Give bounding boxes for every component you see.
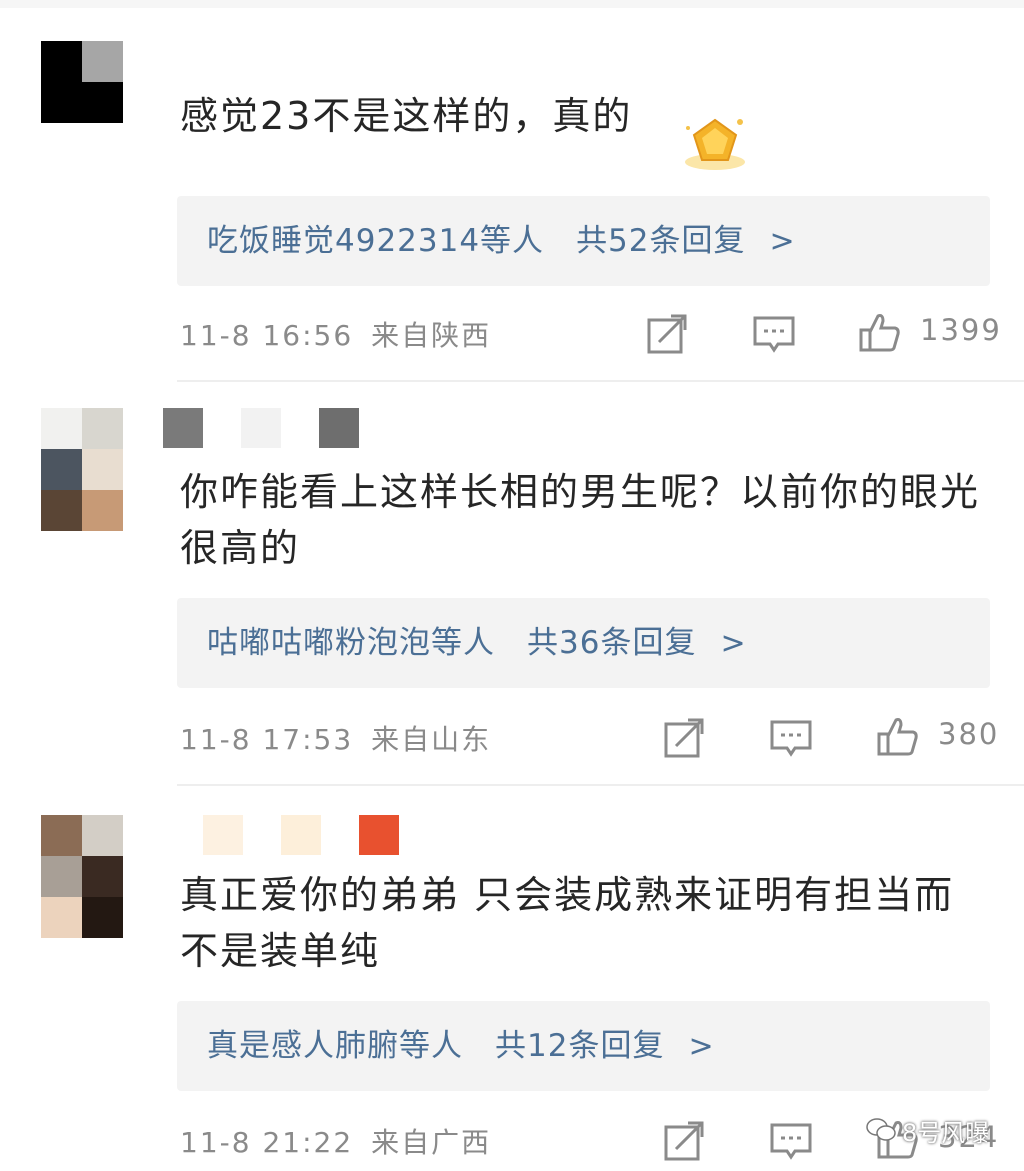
username-blurred[interactable] [163, 408, 359, 448]
comment-time: 11-8 17:53 [180, 723, 354, 756]
comment-meta: 11-8 17:53 来自山东 [180, 718, 491, 758]
share-icon[interactable] [662, 716, 706, 760]
comment-text: 感觉23不是这样的，真的 [180, 94, 633, 138]
comment-icon[interactable] [769, 1119, 813, 1163]
comment-text: 真正爱你的弟弟 只会装成熟来证明有担当而不是装单纯 [180, 873, 955, 973]
comment-icon[interactable] [769, 716, 813, 760]
watermark: 8号风曝 [866, 1112, 989, 1148]
gold-badge-icon [685, 118, 745, 170]
comment-text: 你咋能看上这样长相的男生呢？以前你的眼光很高的 [180, 470, 981, 570]
reply-users[interactable]: 吃饭睡觉4922314等人 [207, 223, 544, 259]
reply-users[interactable]: 咕嘟咕嘟粉泡泡等人 [207, 625, 495, 661]
reply-count[interactable]: 共12条回复 [495, 1028, 664, 1064]
thumbs-up-icon[interactable] [858, 310, 902, 354]
comment-time: 11-8 16:56 [180, 319, 354, 352]
divider [177, 380, 1024, 382]
reply-summary[interactable]: 真是感人肺腑等人 共12条回复 > [177, 1001, 990, 1091]
comment-meta: 11-8 16:56 来自陕西 [180, 314, 491, 354]
chevron-right-icon[interactable]: > [720, 626, 746, 661]
share-icon[interactable] [645, 312, 689, 356]
like-count: 380 [938, 717, 1000, 751]
like-count: 1399 [920, 313, 1002, 347]
avatar[interactable] [41, 41, 123, 123]
thumbs-up-icon[interactable] [876, 714, 920, 758]
divider [177, 784, 1024, 786]
comment-location: 来自山东 [371, 723, 492, 756]
chevron-right-icon[interactable]: > [688, 1029, 714, 1064]
comment-location: 来自广西 [371, 1126, 492, 1159]
share-icon[interactable] [662, 1119, 706, 1163]
reply-count[interactable]: 共52条回复 [576, 223, 745, 259]
avatar[interactable] [41, 815, 123, 938]
comment-icon[interactable] [752, 312, 796, 356]
wechat-icon [866, 1118, 896, 1141]
comment-location: 来自陕西 [371, 319, 492, 352]
avatar[interactable] [41, 408, 123, 531]
reply-summary[interactable]: 咕嘟咕嘟粉泡泡等人 共36条回复 > [177, 598, 990, 688]
comment-meta: 11-8 21:22 来自广西 [180, 1121, 491, 1161]
chevron-right-icon[interactable]: > [770, 224, 796, 259]
username-blurred[interactable] [203, 815, 399, 855]
reply-count[interactable]: 共36条回复 [527, 625, 696, 661]
watermark-text: 8号风曝 [902, 1118, 990, 1147]
comment-time: 11-8 21:22 [180, 1126, 354, 1159]
reply-summary[interactable]: 吃饭睡觉4922314等人 共52条回复 > [177, 196, 990, 286]
reply-users[interactable]: 真是感人肺腑等人 [207, 1028, 463, 1064]
top-edge [0, 0, 1024, 8]
